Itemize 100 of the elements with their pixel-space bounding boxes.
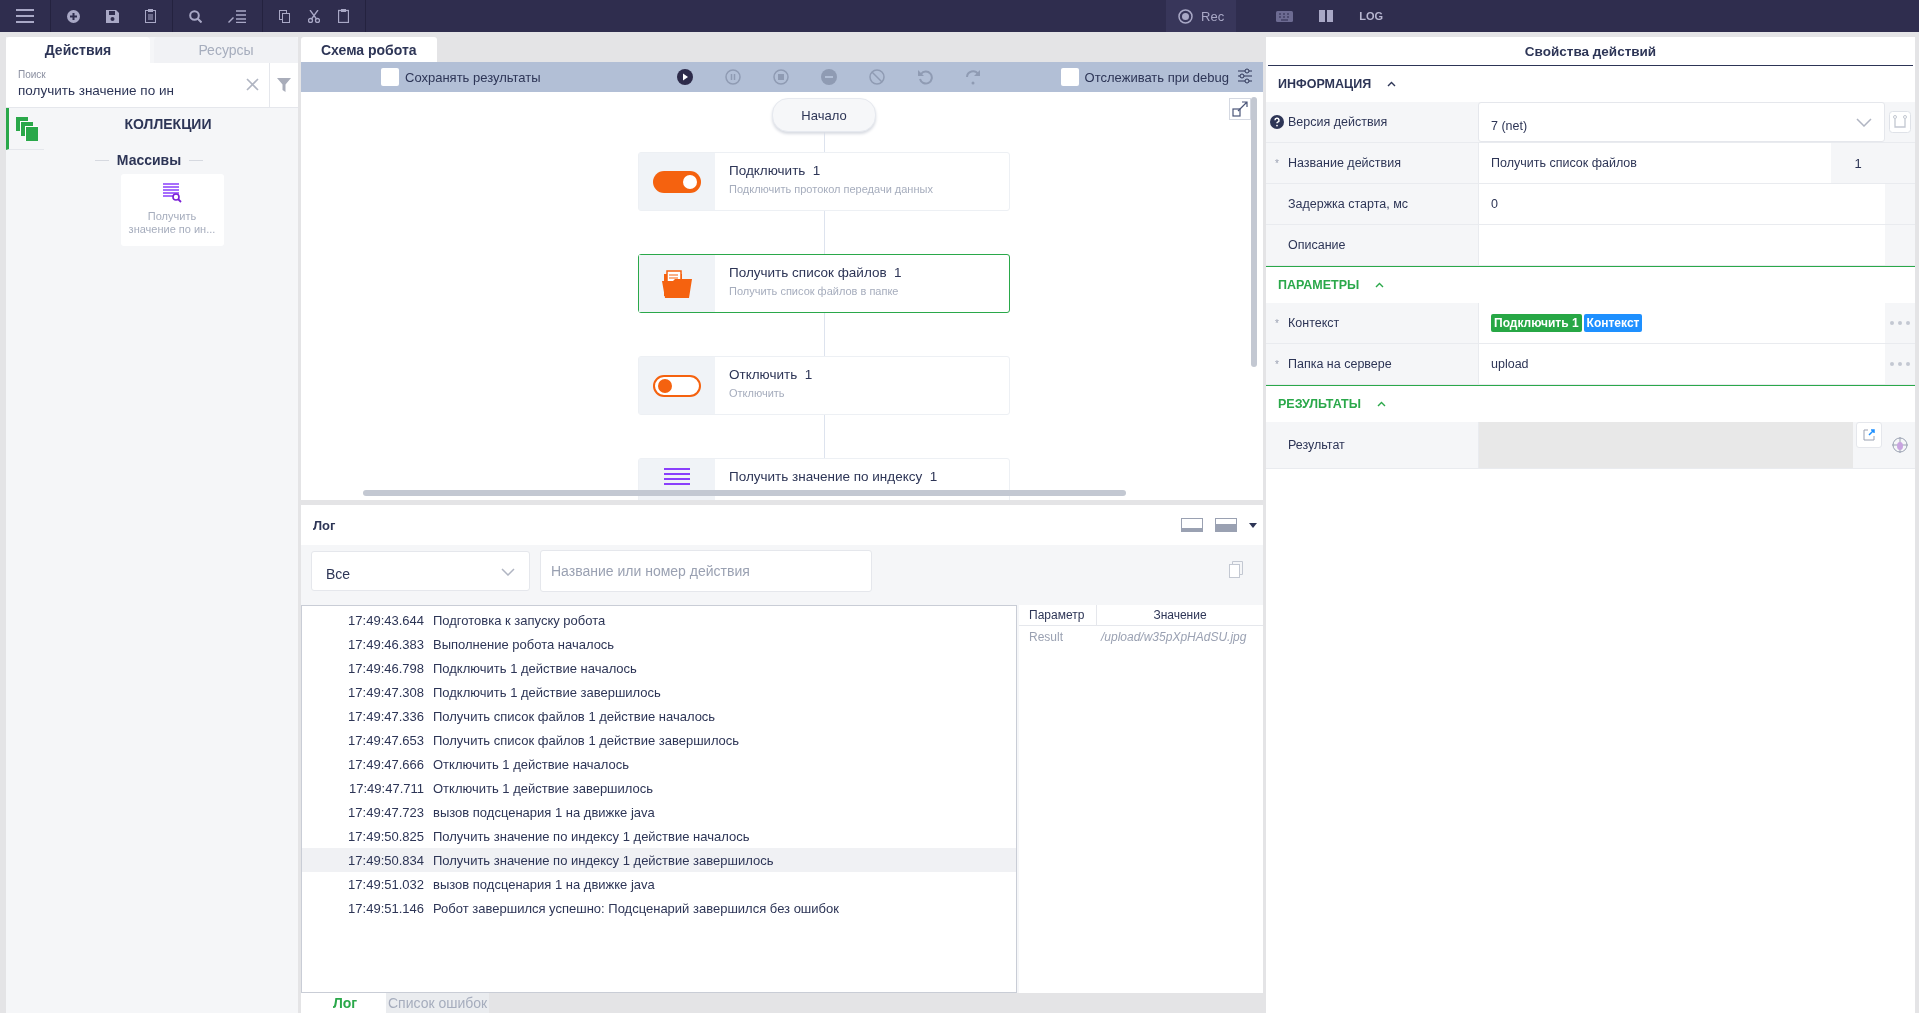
log-row[interactable]: 17:49:47.653 Получить список файлов 1 действие завершилось xyxy=(302,728,1016,752)
log-time: 17:49:51.146 xyxy=(347,900,425,916)
log-row[interactable]: 17:49:46.383 Выполнение робота началось xyxy=(302,632,1016,656)
log-message: Отключить 1 действие началось xyxy=(433,756,630,772)
category-title: КОЛЛЕКЦИИ xyxy=(123,116,213,132)
log-row[interactable]: 17:49:51.032 вызов подсценария 1 на движке java xyxy=(302,872,1016,896)
collection-icon xyxy=(15,116,38,141)
folder-icon xyxy=(662,269,692,298)
node-title: Подключить 1 xyxy=(729,163,822,178)
text-field[interactable]: 0 xyxy=(1478,184,1885,224)
node-subtitle: Получить список файлов в папке xyxy=(729,285,900,297)
clear-icon[interactable] xyxy=(246,78,259,91)
field-label: Папка на сервере xyxy=(1288,356,1393,373)
caret-icon[interactable] xyxy=(1249,522,1257,528)
log-row[interactable]: 17:49:51.146 Робот завершился успешно: Подсценарий завершился без ошибок xyxy=(302,896,1016,920)
log-button[interactable]: LOG xyxy=(1359,10,1383,22)
layout-icon[interactable] xyxy=(1181,518,1203,532)
log-message: вызов подсценария 1 на движке java xyxy=(433,876,655,892)
chevron-icon xyxy=(501,568,515,576)
log-row[interactable]: 17:49:47.336 Получить список файлов 1 действие началось xyxy=(302,704,1016,728)
save-icon[interactable] xyxy=(106,9,119,23)
text-field[interactable] xyxy=(1478,225,1885,265)
search-label: Поиск xyxy=(18,69,46,80)
book-icon[interactable] xyxy=(1319,10,1334,22)
paste-icon[interactable] xyxy=(338,9,349,23)
log-time: 17:49:50.825 xyxy=(347,828,425,844)
log-row[interactable]: 17:49:43.644 Подготовка к запуску робота xyxy=(302,608,1016,632)
target-icon[interactable] xyxy=(1892,437,1908,453)
log-row[interactable]: 17:49:47.666 Отключить 1 действие началось xyxy=(302,752,1016,776)
filter-icon[interactable] xyxy=(277,78,291,92)
scrollbar[interactable] xyxy=(1251,97,1257,367)
field-label: Описание xyxy=(1288,237,1347,254)
log-row[interactable]: 17:49:47.711 Отключить 1 действие завершилось xyxy=(302,776,1016,800)
text-field[interactable]: upload xyxy=(1478,344,1885,384)
log-time: 17:49:51.032 xyxy=(347,876,425,892)
log-row[interactable]: 17:49:50.834 Получить значение по индексу 1 действие завершилось xyxy=(302,848,1016,872)
log-time: 17:49:46.383 xyxy=(347,636,425,652)
checkbox[interactable]: Сохранять результаты xyxy=(381,68,541,86)
version-dropdown[interactable]: 7 (net) xyxy=(1478,102,1885,142)
log-time: 17:49:50.834 xyxy=(347,852,425,868)
log-message: Отключить 1 действие завершилось xyxy=(433,780,654,796)
log-title: Лог xyxy=(313,517,337,533)
more-icon[interactable] xyxy=(1890,362,1910,366)
add-icon[interactable] xyxy=(67,9,80,23)
table-cell-text: /upload/w35pXpHAdSU.jpg xyxy=(1099,630,1248,644)
log-message: Подключить 1 действие завершилось xyxy=(433,684,661,700)
log-row[interactable]: 17:49:50.825 Получить значение по индексу 1 действие началось xyxy=(302,824,1016,848)
category-tab[interactable] xyxy=(6,108,44,150)
log-time: 17:49:47.723 xyxy=(347,804,425,820)
chevron-up-icon[interactable] xyxy=(1387,81,1397,87)
group-title: Массивы xyxy=(116,152,182,168)
filter-dropdown[interactable]: Все xyxy=(311,551,530,591)
action-node[interactable]: Отключить 1 Отключить xyxy=(638,356,1010,415)
schema-tab[interactable]: Схема робота xyxy=(301,37,437,62)
text-field[interactable]: Получить список файлов xyxy=(1478,143,1831,183)
help-icon[interactable] xyxy=(1270,115,1284,129)
cut-icon[interactable] xyxy=(308,9,320,23)
menu-icon[interactable] xyxy=(16,9,34,23)
checkbox[interactable]: Отслеживать при debug xyxy=(1060,68,1229,86)
log-time: 17:49:47.666 xyxy=(347,756,425,772)
toggle-icon xyxy=(653,374,701,397)
node-subtitle: Отключить xyxy=(729,387,786,399)
share-icon[interactable] xyxy=(1863,429,1875,441)
scrollbar[interactable] xyxy=(363,490,1126,496)
settings-icon[interactable] xyxy=(1237,67,1253,84)
required-mark: * xyxy=(1275,317,1279,329)
branch-icon[interactable] xyxy=(1889,111,1911,133)
log-row[interactable]: 17:49:46.798 Подключить 1 действие началось xyxy=(302,656,1016,680)
play-icon[interactable] xyxy=(676,69,693,85)
field-label: Версия действия xyxy=(1288,114,1389,131)
clipboard-icon[interactable] xyxy=(145,9,156,23)
log-message: Получить список файлов 1 действие началось xyxy=(433,708,716,724)
log-message: Получить значение по индексу 1 действие завершилось xyxy=(433,852,774,868)
edit-list-icon[interactable] xyxy=(228,9,246,23)
expand-icon[interactable] xyxy=(1229,98,1251,120)
log-message: Подключить 1 действие началось xyxy=(433,660,637,676)
start-node[interactable]: Начало xyxy=(772,98,876,132)
log-time: 17:49:47.308 xyxy=(347,684,425,700)
field-label: Контекст xyxy=(1288,315,1341,332)
action-node[interactable]: Подключить 1 Подключить протокол передачи данных xyxy=(638,152,1010,211)
chevron-icon xyxy=(1856,117,1872,127)
node-title: Отключить 1 xyxy=(729,367,813,382)
keyboard-icon[interactable] xyxy=(1276,10,1294,22)
more-icon[interactable] xyxy=(1890,321,1910,325)
record-button[interactable]: Rec xyxy=(1166,0,1237,32)
column-header: Параметр xyxy=(1019,605,1097,625)
log-time: 17:49:46.798 xyxy=(347,660,425,676)
section-title[interactable]: ИНФОРМАЦИЯ xyxy=(1278,77,1372,91)
log-row[interactable]: 17:49:47.308 Подключить 1 действие завершилось xyxy=(302,680,1016,704)
search-icon[interactable] xyxy=(189,9,202,23)
panel-tab[interactable]: Действия xyxy=(6,37,150,63)
search-field[interactable]: Название или номер действия xyxy=(540,550,872,592)
log-time: 17:49:47.336 xyxy=(347,708,425,724)
log-row[interactable]: 17:49:47.723 вызов подсценария 1 на движке java xyxy=(302,800,1016,824)
action-node[interactable]: Получить список файлов 1 Получить список файлов в папке xyxy=(638,254,1010,313)
copy-icon[interactable] xyxy=(279,9,290,23)
required-mark: * xyxy=(1275,358,1279,370)
log-message: Получить список файлов 1 действие завершилось xyxy=(433,732,740,748)
log-time: 17:49:43.644 xyxy=(347,612,425,628)
layout-icon[interactable] xyxy=(1215,518,1237,532)
